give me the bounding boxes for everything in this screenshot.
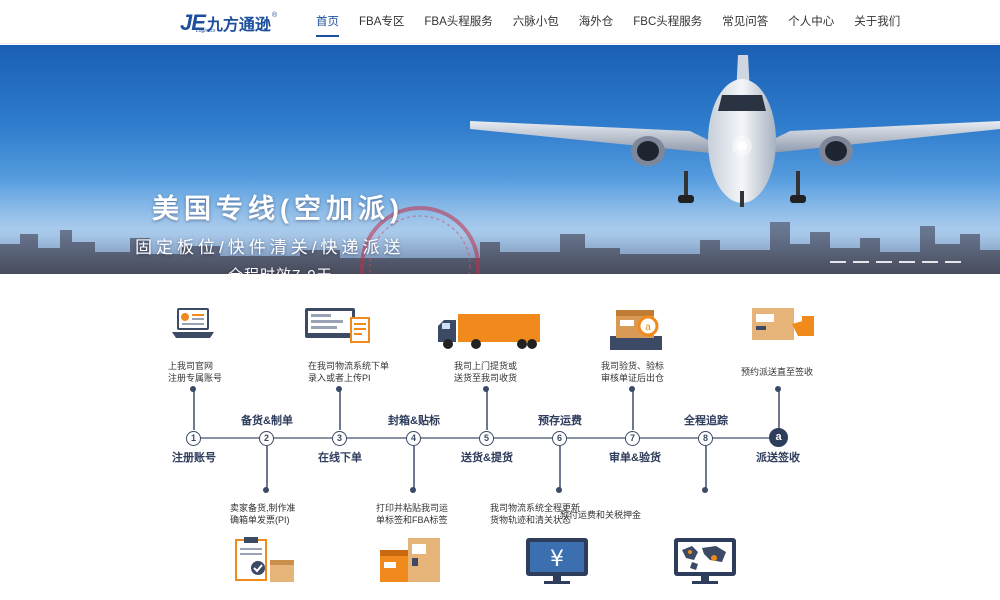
warehouse-inspection-icon: a: [610, 310, 662, 350]
step-label-inspection: 审单&验货: [609, 452, 661, 464]
step-label-prepay: 预存运费: [538, 415, 582, 427]
connector-line: [778, 390, 780, 430]
nav-fbc-first-leg[interactable]: FBC头程服务: [633, 0, 702, 44]
step-node: 4: [406, 431, 421, 446]
connector-line: [266, 446, 268, 490]
nav-home[interactable]: 首页: [316, 0, 339, 44]
parcel-delivery-icon: [752, 308, 814, 340]
desc-inspection: 我司验货、验标 审核单证后出仓: [601, 361, 665, 383]
hero-banner[interactable]: 美国专线(空加派) 固定板位/快件清关/快递派送 全程时效7-9天: [0, 45, 1000, 274]
amazon-icon: a: [769, 428, 788, 447]
nav-fba-zone[interactable]: FBA专区: [359, 0, 404, 44]
step-node: 3: [332, 431, 347, 446]
clipboard-invoice-icon: [235, 537, 294, 582]
slider-dot[interactable]: [899, 261, 915, 263]
connector-line: [559, 446, 561, 490]
step-label-tracking: 全程追踪: [684, 415, 728, 427]
logo-name: 九方通逊: [206, 17, 271, 34]
slider-dot[interactable]: [922, 261, 938, 263]
payment-monitor-icon: ¥: [526, 538, 588, 584]
step-node: 7: [625, 431, 640, 446]
nav-user-center[interactable]: 个人中心: [788, 0, 834, 44]
laptop-icon: [172, 308, 214, 338]
slider-dot[interactable]: [876, 261, 892, 263]
svg-text:¥: ¥: [550, 547, 564, 572]
nav-faq[interactable]: 常见问答: [722, 0, 768, 44]
world-map-monitor-icon: [674, 538, 736, 584]
step-node: 8: [698, 431, 713, 446]
connector-dot: [410, 487, 416, 493]
connector-dot: [702, 487, 708, 493]
step-node: 1: [186, 431, 201, 446]
connector-dot: [556, 487, 562, 493]
slider-dot[interactable]: [945, 261, 961, 263]
step-label-delivery: 派送签收: [756, 452, 800, 464]
banner-title: 美国专线(空加派): [152, 194, 404, 224]
desc-seal: 打印并粘贴我司运 单标签和FBA标签: [376, 503, 449, 525]
airplane-image: [470, 55, 1000, 207]
delivery-truck-icon: [438, 314, 540, 349]
main-nav: 首页 FBA专区 FBA头程服务 六脉小包 海外仓 FBC头程服务 常见问答 个…: [316, 0, 920, 44]
desc-prepay: 预付运费和关税押金: [560, 510, 642, 520]
connector-line: [339, 390, 341, 430]
computer-order-icon: [305, 308, 370, 343]
connector-dot: [775, 386, 781, 392]
banner-time-note: 全程时效7-9天: [228, 264, 333, 274]
desc-pickup: 我司上门提货或 送货至我司收货: [454, 361, 518, 383]
logo-subtitle: Logistics: [196, 28, 216, 34]
site-header: JE 九方通逊 ® Logistics 首页 FBA专区 FBA头程服务 六脉小…: [0, 0, 1000, 44]
labeled-boxes-icon: [380, 538, 440, 582]
connector-line: [705, 446, 707, 490]
step-node: 2: [259, 431, 274, 446]
connector-line: [486, 390, 488, 430]
connector-dot: [629, 386, 635, 392]
connector-dot: [336, 386, 342, 392]
connector-line: [193, 390, 195, 430]
connector-dot: [190, 386, 196, 392]
logo[interactable]: JE 九方通逊 ® Logistics: [180, 10, 277, 36]
nav-overseas-warehouse[interactable]: 海外仓: [579, 0, 614, 44]
step-label-pickup: 送货&提货: [461, 452, 513, 464]
connector-dot: [483, 386, 489, 392]
nav-about-us[interactable]: 关于我们: [854, 0, 900, 44]
step-node: 6: [552, 431, 567, 446]
nav-fba-first-leg[interactable]: FBA头程服务: [424, 0, 492, 44]
slider-dot[interactable]: [853, 261, 869, 263]
step-node: 5: [479, 431, 494, 446]
desc-delivery: 预约派送直至签收: [741, 367, 814, 377]
connector-line: [632, 390, 634, 430]
slider-dot[interactable]: [830, 261, 846, 263]
nav-small-parcel[interactable]: 六脉小包: [513, 0, 559, 44]
connector-line: [413, 446, 415, 490]
step-label-register: 注册账号: [172, 452, 216, 464]
desc-stock: 卖家备货,制作准 确箱单发票(PI): [230, 503, 296, 525]
step-label-order: 在线下单: [318, 452, 362, 464]
logo-registered-mark: ®: [271, 11, 278, 19]
banner-subtitle: 固定板位/快件清关/快递派送: [135, 238, 405, 257]
step-label-stock: 备货&制单: [241, 415, 293, 427]
slider-dots: [830, 261, 968, 263]
service-process-diagram: a 上我司官网 注册专属账号 在我司物流系统下单 录入或者上传PI 我司上门提货或送…: [0, 274, 1000, 600]
step-label-seal: 封箱&贴标: [388, 415, 440, 427]
desc-order: 在我司物流系统下单 录入或者上传PI: [308, 361, 390, 383]
connector-dot: [263, 487, 269, 493]
svg-text:a: a: [645, 322, 651, 333]
desc-register: 上我司官网 注册专属账号: [168, 361, 223, 383]
